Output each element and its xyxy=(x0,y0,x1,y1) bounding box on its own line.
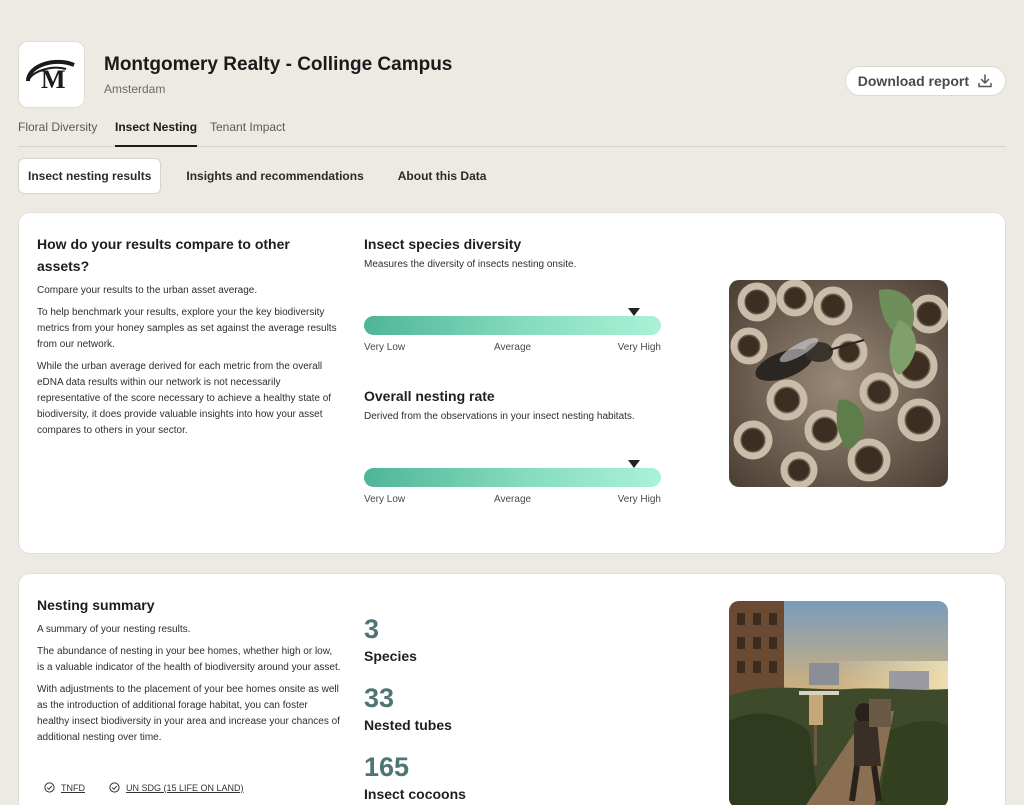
species-count: 3 xyxy=(364,614,380,644)
subtab-nesting-results[interactable]: Insect nesting results xyxy=(18,158,162,194)
metric-title: Overall nesting rate xyxy=(364,388,495,404)
metric-title: Insect species diversity xyxy=(364,236,522,252)
tnfd-label: TNFD xyxy=(61,782,85,793)
tnfd-link[interactable]: TNFD xyxy=(44,782,85,793)
download-icon xyxy=(978,74,992,88)
main-tab-bar: Floral Diversity Insect Nesting Tenant I… xyxy=(18,120,1006,147)
rooftop-photo xyxy=(729,601,948,805)
comparison-paragraph: To help benchmark your results, explore … xyxy=(37,307,337,350)
framework-badges: TNFD UN SDG (15 LIFE ON LAND) xyxy=(44,782,244,793)
nesting-summary-card: Nesting summary A summary of your nestin… xyxy=(18,573,1006,805)
download-report-button[interactable]: Download report xyxy=(844,66,1006,96)
check-circle-icon xyxy=(44,782,55,793)
nesting-summary-heading: Nesting summary xyxy=(37,597,155,613)
gauge-label-average: Average xyxy=(494,342,532,353)
gauge-label-low: Very Low xyxy=(364,494,406,505)
logo-mark-icon: M xyxy=(25,59,75,94)
nesting-paragraph: With adjustments to the placement of you… xyxy=(37,684,340,743)
svg-text:M: M xyxy=(41,65,66,94)
nesting-stats: 3 Species 33 Nested tubes 165 Insect coc… xyxy=(364,614,564,805)
nesting-paragraph: A summary of your nesting results. xyxy=(37,624,191,635)
nested-tubes-label: Nested tubes xyxy=(364,717,452,733)
comparison-heading: How do your results compare to other ass… xyxy=(37,236,290,274)
comparison-card: How do your results compare to other ass… xyxy=(18,212,1006,554)
sub-tab-bar: Insect nesting results Insights and reco… xyxy=(18,158,511,194)
nested-tubes-count: 33 xyxy=(364,683,395,713)
company-logo: M xyxy=(18,41,85,108)
metric-description: Measures the diversity of insects nestin… xyxy=(364,259,577,270)
location-label: Amsterdam xyxy=(104,82,166,96)
un-sdg-label: UN SDG (15 LIFE ON LAND) xyxy=(126,782,244,793)
bee-hotel-photo xyxy=(729,280,948,487)
gauge-marker-icon xyxy=(628,460,641,468)
gauge-marker-icon xyxy=(628,308,641,316)
tab-floral-diversity[interactable]: Floral Diversity xyxy=(18,120,97,147)
subtab-insights[interactable]: Insights and recommendations xyxy=(177,158,372,194)
gauge-label-high: Very High xyxy=(617,342,661,353)
download-label: Download report xyxy=(857,73,969,89)
gauge-label-high: Very High xyxy=(617,494,661,505)
species-label: Species xyxy=(364,648,417,664)
un-sdg-link[interactable]: UN SDG (15 LIFE ON LAND) xyxy=(109,782,244,793)
insect-cocoons-label: Insect cocoons xyxy=(364,786,466,802)
nesting-summary-text: Nesting summary A summary of your nestin… xyxy=(37,594,342,746)
nesting-rate-metric: Overall nesting rate Derived from the ob… xyxy=(364,385,664,505)
species-diversity-gauge xyxy=(364,316,661,335)
subtab-about-data[interactable]: About this Data xyxy=(389,158,496,194)
nesting-paragraph: The abundance of nesting in your bee hom… xyxy=(37,646,341,673)
species-diversity-metric: Insect species diversity Measures the di… xyxy=(364,233,664,353)
page-title: Montgomery Realty - Collinge Campus xyxy=(104,54,453,75)
gauge-label-average: Average xyxy=(494,494,532,505)
comparison-paragraph: Compare your results to the urban asset … xyxy=(37,285,258,296)
tab-tenant-impact[interactable]: Tenant Impact xyxy=(210,120,285,147)
metric-description: Derived from the observations in your in… xyxy=(364,411,635,422)
nesting-rate-gauge xyxy=(364,468,661,487)
page-header: M Montgomery Realty - Collinge Campus Am… xyxy=(18,41,1006,109)
gauge-label-low: Very Low xyxy=(364,342,406,353)
check-circle-icon xyxy=(109,782,120,793)
tab-insect-nesting[interactable]: Insect Nesting xyxy=(115,120,198,147)
comparison-paragraph: While the urban average derived for each… xyxy=(37,361,332,436)
comparison-text: How do your results compare to other ass… xyxy=(37,233,342,439)
insect-cocoons-count: 165 xyxy=(364,752,410,782)
